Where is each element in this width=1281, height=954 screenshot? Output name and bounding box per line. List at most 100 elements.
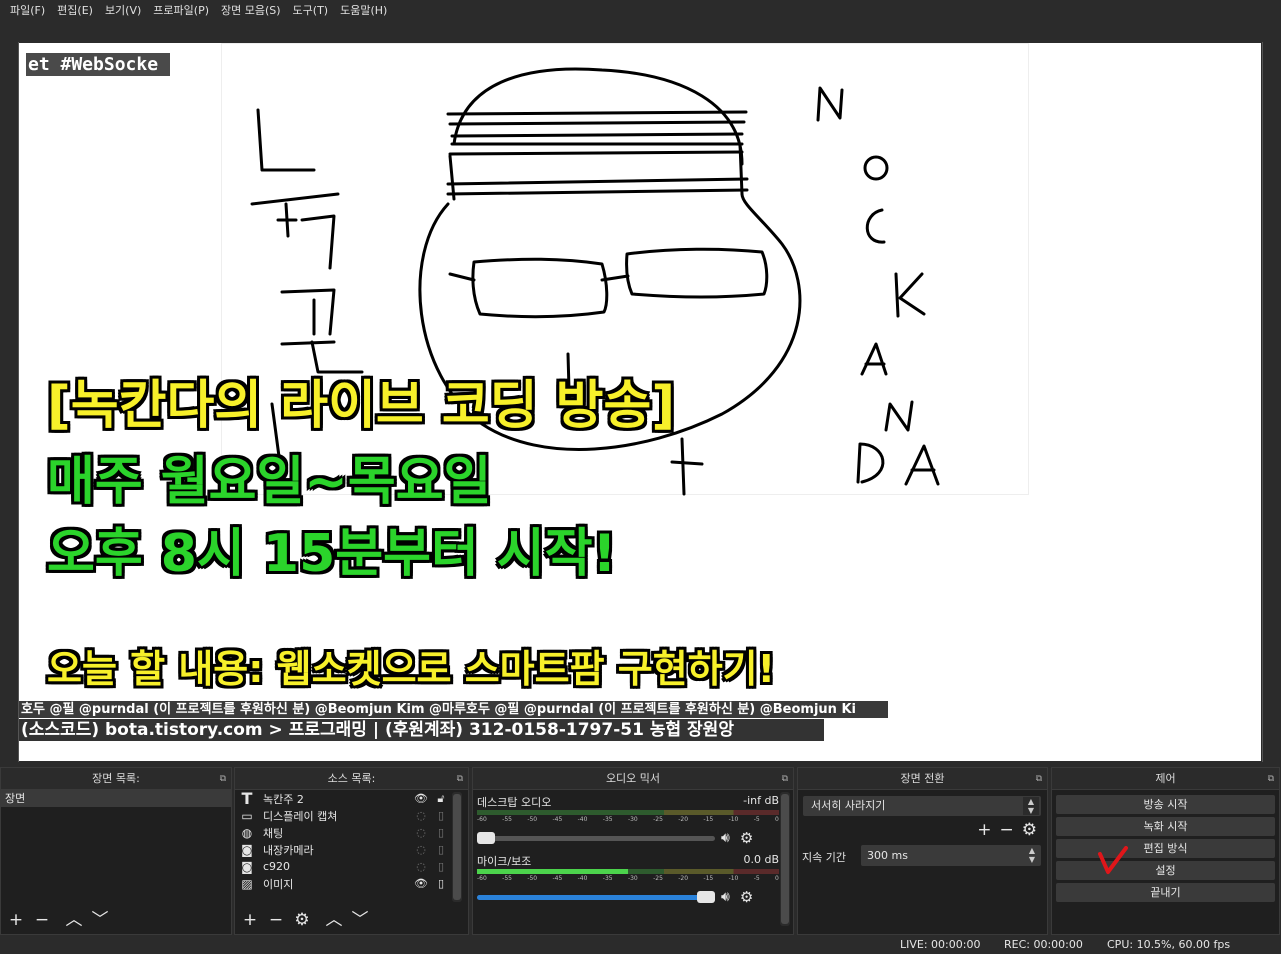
start-streaming-button[interactable]: 방송 시작 [1056, 795, 1275, 814]
scale-tick: -45 [552, 816, 563, 823]
spin-arrows-icon[interactable]: ▲ ▼ [1025, 846, 1039, 865]
studio-mode-button[interactable]: 편집 방식 [1056, 839, 1275, 858]
scale-tick: -40 [577, 875, 588, 882]
source-item[interactable]: ◍ 채팅 ◌ ▯ [235, 824, 468, 841]
lock-icon[interactable]: ▯ [435, 877, 447, 890]
scenes-dock: 장면 목록: ⧉ 장면 + − ︿ ﹀ [0, 767, 232, 935]
camera-icon: ◙ [241, 859, 253, 874]
undock-icon[interactable]: ⧉ [457, 768, 463, 790]
lock-icon[interactable]: ▯ [435, 843, 447, 856]
source-item[interactable]: ▨ 이미지 👁 ▯ [235, 875, 468, 892]
source-item[interactable]: ▭ 디스플레이 캡쳐 ◌ ▯ [235, 807, 468, 824]
scale-tick: -40 [577, 816, 588, 823]
undock-icon[interactable]: ⧉ [1268, 768, 1274, 790]
scale-tick: -5 [753, 875, 760, 882]
menu-edit[interactable]: 편집(E) [51, 2, 99, 18]
scale-tick: -10 [728, 875, 739, 882]
audio-channel-mic: 마이크/보조 0.0 dB -60 -55 -50 -45 -40 -35 -30 -25 -2… [477, 853, 779, 906]
slider-knob[interactable] [477, 831, 495, 844]
menu-view[interactable]: 보기(V) [99, 2, 147, 18]
dock-area: 장면 목록: ⧉ 장면 + − ︿ ﹀ 소스 목록: ⧉ T 녹칸주 2 👁 🔓… [0, 767, 1281, 937]
remove-icon[interactable]: − [265, 910, 287, 930]
lock-icon[interactable]: ▯ [435, 860, 447, 873]
menu-file[interactable]: 파일(F) [4, 2, 51, 18]
move-down-icon[interactable]: ﹀ [89, 910, 111, 930]
menu-help[interactable]: 도움말(H) [334, 2, 393, 18]
schedule-days: 매주 월요일~목요일 [47, 452, 492, 512]
volume-slider[interactable] [477, 890, 715, 903]
slider-knob[interactable] [697, 890, 715, 903]
meter-scale: -60 -55 -50 -45 -40 -35 -30 -25 -20 -15 -10 -5 0 [477, 875, 779, 883]
menu-scene-collection[interactable]: 장면 모음(S) [215, 2, 287, 18]
audio-mixer-dock: 오디오 믹서 ⧉ 데스크탑 오디오 -inf dB -60 -55 -50 -45 -4… [472, 767, 794, 935]
scale-tick: 0 [775, 816, 779, 823]
eye-hidden-icon[interactable]: ◌ [413, 860, 429, 873]
gear-icon[interactable]: ⚙ [740, 829, 753, 847]
duration-value: 300 ms [867, 849, 908, 862]
exit-button[interactable]: 끝내기 [1056, 883, 1275, 902]
undock-icon[interactable]: ⧉ [220, 768, 226, 790]
menu-profile[interactable]: 프로파일(P) [147, 2, 215, 18]
lock-icon[interactable]: ▯ [435, 826, 447, 839]
eye-hidden-icon[interactable]: ◌ [413, 809, 429, 822]
remove-icon[interactable]: − [1000, 820, 1014, 840]
undock-icon[interactable]: ⧉ [1036, 768, 1042, 790]
lock-icon[interactable]: 🔓︎ [435, 792, 447, 806]
scene-transitions-dock: 장면 전환 ⧉ 서서히 사라지기 ▲ ▼ + − ⚙ 지속 기간 300 ms ▲… [797, 767, 1048, 935]
controls-dock-title: 제어 ⧉ [1052, 768, 1279, 790]
source-item[interactable]: T 녹칸주 2 👁 🔓︎ [235, 789, 468, 808]
source-name: 내장카메라 [263, 843, 314, 857]
channel-level: 0.0 dB [743, 853, 779, 866]
mixer-scrollbar[interactable] [780, 792, 790, 926]
lock-icon[interactable]: ▯ [435, 809, 447, 822]
scale-tick: -50 [527, 816, 538, 823]
gear-icon[interactable]: ⚙ [740, 888, 753, 906]
menu-tools[interactable]: 도구(T) [287, 2, 335, 18]
duration-spinbox[interactable]: 300 ms ▲ ▼ [861, 845, 1041, 866]
undock-icon[interactable]: ⧉ [782, 768, 788, 790]
scene-item[interactable]: 장면 [1, 790, 231, 807]
settings-button[interactable]: 설정 [1056, 861, 1275, 880]
scale-tick: -15 [703, 816, 714, 823]
transition-select[interactable]: 서서히 사라지기 ▲ ▼ [803, 796, 1041, 816]
speaker-icon[interactable]: 🔊︎ [721, 889, 730, 905]
start-recording-button[interactable]: 녹화 시작 [1056, 817, 1275, 836]
sources-dock: 소스 목록: ⧉ T 녹칸주 2 👁 🔓︎ ▭ 디스플레이 캡쳐 ◌ ▯ ◍ 채… [234, 767, 469, 935]
speaker-icon[interactable]: 🔊︎ [721, 830, 730, 846]
add-icon[interactable]: + [5, 910, 27, 930]
sources-scrollbar[interactable] [452, 792, 462, 902]
move-up-icon[interactable]: ︿ [63, 910, 85, 930]
gear-icon[interactable]: ⚙ [1022, 820, 1037, 840]
add-icon[interactable]: + [239, 910, 261, 930]
scale-tick: -20 [678, 816, 689, 823]
camera-icon: ◙ [241, 842, 253, 857]
scrollbar-thumb[interactable] [453, 794, 461, 900]
eye-hidden-icon[interactable]: ◌ [413, 843, 429, 856]
red-checkmark-annotation [1098, 846, 1128, 874]
scrollbar-thumb[interactable] [781, 794, 789, 924]
move-up-icon[interactable]: ︿ [323, 910, 345, 930]
live-timer: LIVE: 00:00:00 [900, 938, 981, 951]
scale-tick: -35 [602, 875, 613, 882]
add-icon[interactable]: + [977, 820, 991, 840]
eye-hidden-icon[interactable]: ◌ [413, 826, 429, 839]
transitions-dock-title: 장면 전환 ⧉ [798, 768, 1047, 790]
monitor-icon: ▭ [241, 808, 253, 823]
gear-icon[interactable]: ⚙ [291, 910, 313, 930]
scale-tick: -5 [753, 816, 760, 823]
eye-icon[interactable]: 👁 [413, 792, 429, 805]
move-down-icon[interactable]: ﹀ [349, 910, 371, 930]
broadcast-title: [녹칸다의 라이브 코딩 방송] [47, 376, 676, 436]
remove-icon[interactable]: − [31, 910, 53, 930]
volume-meter [477, 810, 779, 815]
source-item[interactable]: ◙ 내장카메라 ◌ ▯ [235, 841, 468, 858]
schedule-time: 오후 8시 15분부터 시작! [47, 524, 617, 584]
channel-level: -inf dB [743, 794, 779, 807]
sources-toolbar: + − ⚙ ︿ ﹀ [239, 910, 371, 930]
mixer-title-label: 오디오 믹서 [605, 772, 661, 785]
source-item[interactable]: ◙ c920 ◌ ▯ [235, 858, 468, 875]
scale-tick: -60 [477, 816, 487, 823]
volume-slider[interactable] [477, 831, 715, 844]
program-preview[interactable]: et #WebSocke [녹칸다의 라이브 코딩 방송] 매주 월요일~목요일… [19, 43, 1261, 761]
eye-icon[interactable]: 👁 [413, 877, 429, 890]
